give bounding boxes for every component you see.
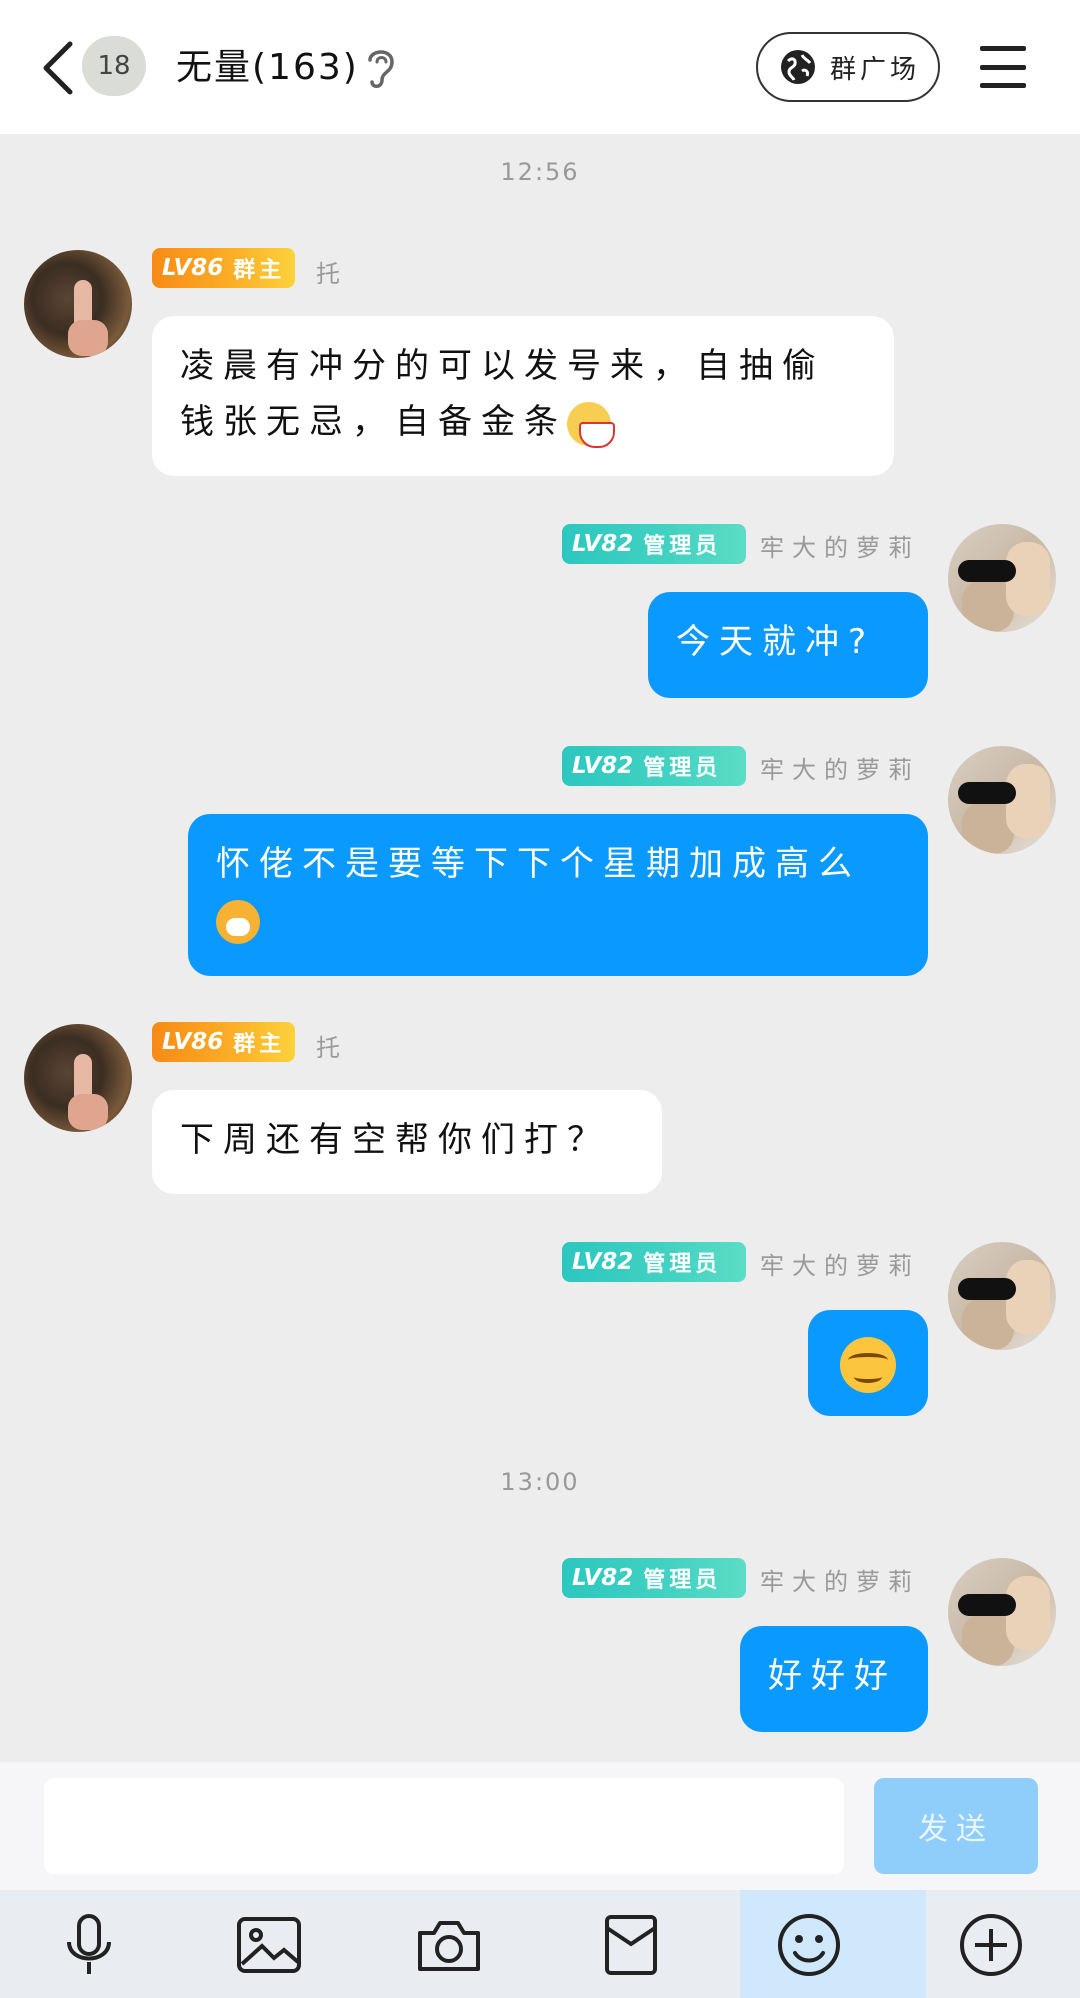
avatar-admin[interactable] [948, 1242, 1056, 1350]
level-badge: LV82 管理员 [562, 1558, 746, 1598]
message-bubble[interactable]: 怀佬不是要等下下个星期加成高么 [188, 814, 928, 976]
message-bubble[interactable]: 好好好 [740, 1626, 928, 1732]
tiger-emoji-icon [216, 899, 260, 944]
avatar-group-owner[interactable] [24, 1024, 132, 1132]
bottom-toolbar [0, 1890, 1080, 1998]
smirk-emoji-icon [840, 1336, 896, 1393]
group-title[interactable]: 无量(163) [176, 38, 359, 90]
avatar-admin[interactable] [948, 746, 1056, 854]
menu-icon-line [980, 64, 1026, 70]
message-bubble[interactable] [808, 1310, 928, 1416]
unread-count-badge[interactable]: 18 [82, 36, 146, 96]
role-text: 群主 [233, 1032, 286, 1057]
message-bubble[interactable]: 今天就冲? [648, 592, 928, 698]
menu-icon-line [980, 83, 1026, 88]
role-text: 管理员 [643, 1252, 722, 1277]
role-text: 管理员 [643, 1568, 722, 1593]
level-text: LV82 [572, 1249, 634, 1275]
plus-icon[interactable] [958, 1912, 1024, 1978]
camera-icon[interactable] [416, 1912, 482, 1978]
image-icon[interactable] [236, 1912, 302, 1978]
level-text: LV82 [572, 753, 634, 779]
level-badge: LV82 管理员 [562, 1242, 746, 1282]
globe-icon [781, 50, 815, 84]
sender-nickname[interactable]: 托 [316, 1028, 348, 1063]
group-plaza-button[interactable]: 群广场 [756, 32, 940, 102]
level-badge: LV82 管理员 [562, 524, 746, 564]
level-text: LV82 [572, 1565, 634, 1591]
message-text: 下周还有空帮你们打？ [180, 1120, 610, 1160]
chevron-left-icon [43, 41, 73, 95]
message-text: 凌晨有冲分的可以发号来，自抽偷钱张无忌，自备金条 [180, 346, 825, 442]
back-button[interactable] [36, 40, 80, 96]
send-button[interactable]: 发送 [874, 1778, 1038, 1874]
level-text: LV86 [162, 255, 224, 281]
level-badge: LV86 群主 [152, 248, 296, 288]
emoji-icon[interactable] [776, 1912, 842, 1978]
avatar-admin[interactable] [948, 1558, 1056, 1666]
menu-button[interactable] [980, 46, 1026, 88]
avatar-group-owner[interactable] [24, 250, 132, 358]
chat-header: 18 无量(163) 群广场 [0, 0, 1080, 134]
microphone-icon[interactable] [56, 1912, 122, 1978]
avatar-admin[interactable] [948, 524, 1056, 632]
ear-icon[interactable] [364, 44, 398, 90]
message-bubble[interactable]: 凌晨有冲分的可以发号来，自抽偷钱张无忌，自备金条 [152, 316, 894, 476]
role-text: 管理员 [643, 756, 722, 781]
input-bar: 发送 [0, 1762, 1080, 1890]
message-bubble[interactable]: 下周还有空帮你们打？ [152, 1090, 662, 1194]
group-plaza-label: 群广场 [830, 54, 921, 85]
fan-emoji-icon [567, 401, 615, 448]
level-badge: LV82 管理员 [562, 746, 746, 786]
level-text: LV86 [162, 1029, 224, 1055]
sender-nickname[interactable]: 牢大的萝莉 [760, 750, 920, 785]
menu-icon-line [980, 46, 1026, 51]
message-text: 好好好 [768, 1656, 897, 1696]
red-packet-icon[interactable] [598, 1912, 664, 1978]
role-text: 管理员 [643, 534, 722, 559]
timestamp: 13:00 [500, 1468, 580, 1496]
message-input[interactable] [44, 1778, 844, 1874]
sender-nickname[interactable]: 牢大的萝莉 [760, 1246, 920, 1281]
level-badge: LV86 群主 [152, 1022, 296, 1062]
message-text: 怀佬不是要等下下个星期加成高么 [216, 844, 861, 884]
sender-nickname[interactable]: 托 [316, 254, 348, 289]
sender-nickname[interactable]: 牢大的萝莉 [760, 1562, 920, 1597]
timestamp: 12:56 [500, 158, 580, 186]
level-text: LV82 [572, 531, 634, 557]
sender-nickname[interactable]: 牢大的萝莉 [760, 528, 920, 563]
message-text: 今天就冲? [676, 622, 876, 662]
role-text: 群主 [233, 258, 286, 283]
